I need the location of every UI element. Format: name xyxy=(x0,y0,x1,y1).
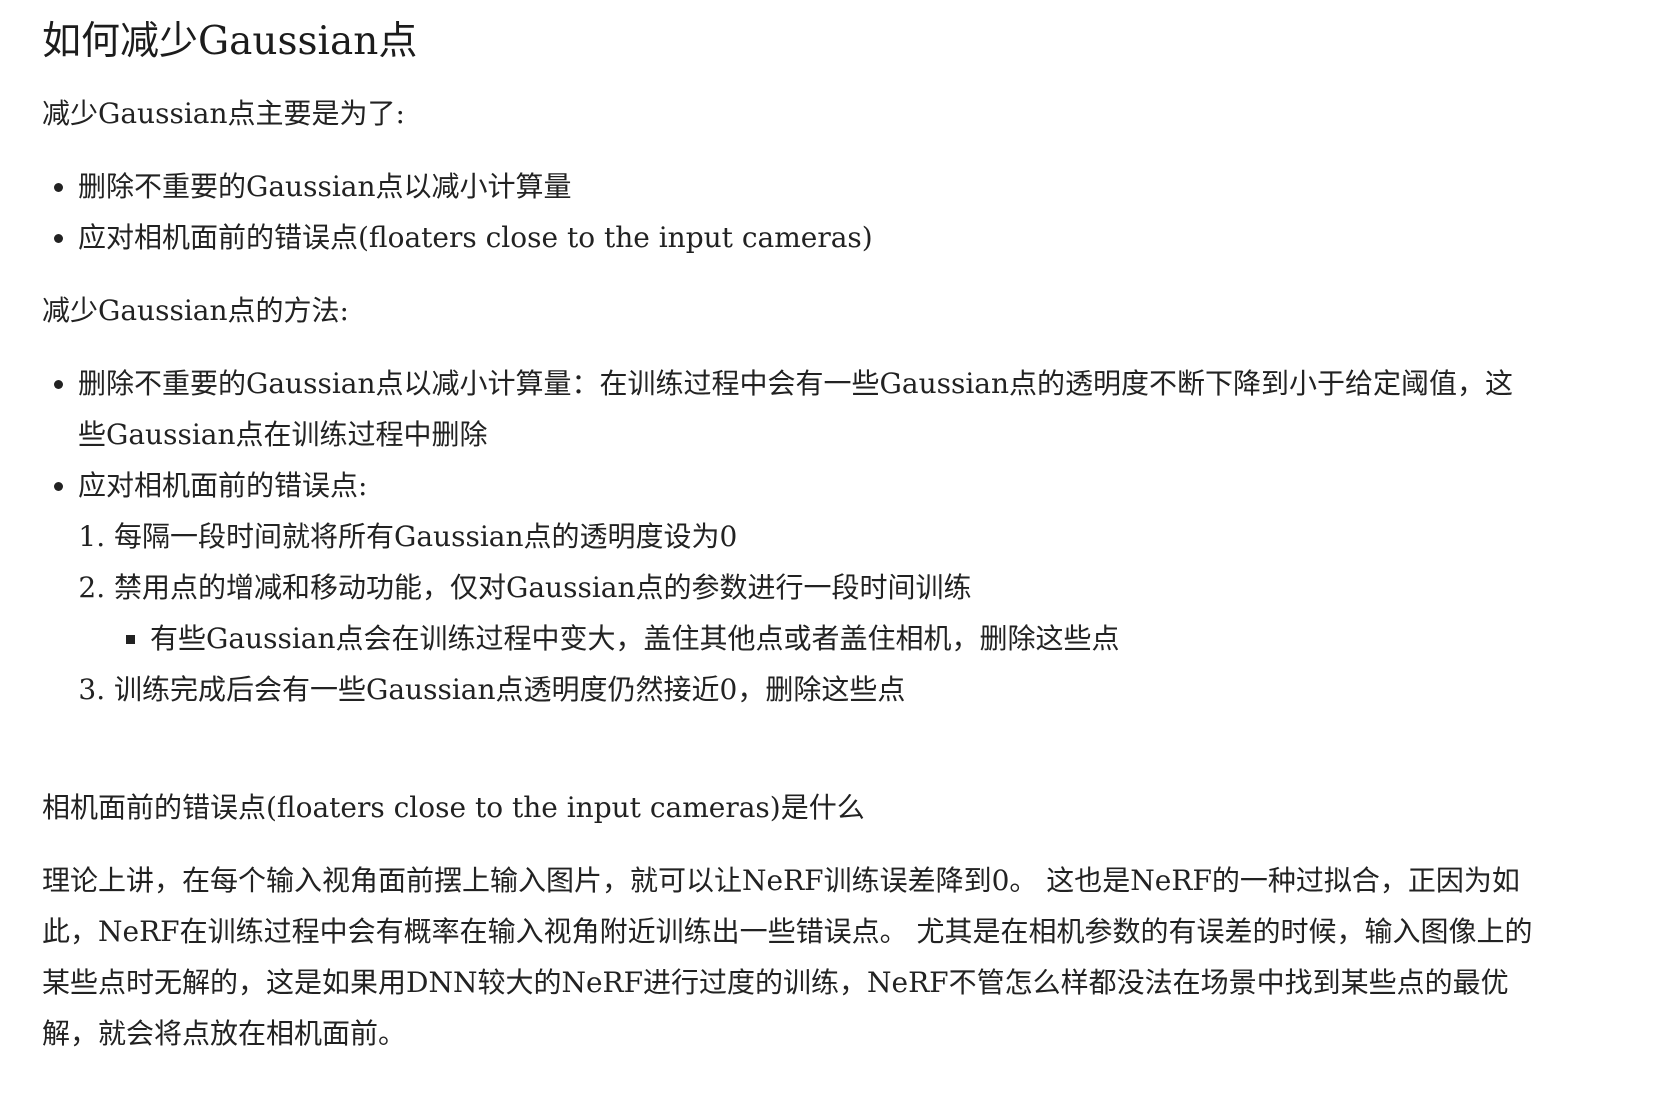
section-heading: 相机面前的错误点(floaters close to the input cam… xyxy=(42,791,865,824)
document-page: 如何减少Gaussian点 减少Gaussian点主要是为了: 删除不重要的Ga… xyxy=(0,0,1664,1116)
section-body: 理论上讲，在每个输入视角面前摆上输入图片，就可以让NeRF训练误差降到0。 这也… xyxy=(42,864,1533,1050)
step-item: 每隔一段时间就将所有Gaussian点的透明度设为0 xyxy=(114,511,1538,562)
sub-list: 有些Gaussian点会在训练过程中变大，盖住其他点或者盖住相机，删除这些点 xyxy=(114,613,1538,664)
methods-intro: 减少Gaussian点的方法: xyxy=(42,294,349,327)
step-item: 禁用点的增减和移动功能，仅对Gaussian点的参数进行一段时间训练 有些Gau… xyxy=(114,562,1538,664)
page-title: 如何减少Gaussian点 xyxy=(42,19,418,64)
list-item: 应对相机面前的错误点(floaters close to the input c… xyxy=(78,212,1664,263)
steps-list: 每隔一段时间就将所有Gaussian点的透明度设为0 禁用点的增减和移动功能，仅… xyxy=(78,511,1538,715)
sub-list-item: 有些Gaussian点会在训练过程中变大，盖住其他点或者盖住相机，删除这些点 xyxy=(150,613,1538,664)
method-remove-text: 删除不重要的Gaussian点以减小计算量：在训练过程中会有一些Gaussian… xyxy=(78,367,1514,451)
methods-list: 删除不重要的Gaussian点以减小计算量：在训练过程中会有一些Gaussian… xyxy=(42,358,1538,715)
list-item: 删除不重要的Gaussian点以减小计算量：在训练过程中会有一些Gaussian… xyxy=(78,358,1538,460)
purpose-list: 删除不重要的Gaussian点以减小计算量 应对相机面前的错误点(floater… xyxy=(42,161,1664,263)
step-item: 训练完成后会有一些Gaussian点透明度仍然接近0，删除这些点 xyxy=(114,664,1538,715)
method-floaters-text: 应对相机面前的错误点: xyxy=(78,469,368,502)
list-item: 应对相机面前的错误点: 每隔一段时间就将所有Gaussian点的透明度设为0 禁… xyxy=(78,460,1538,715)
step-text: 禁用点的增减和移动功能，仅对Gaussian点的参数进行一段时间训练 xyxy=(114,571,972,604)
list-item: 删除不重要的Gaussian点以减小计算量 xyxy=(78,161,1664,212)
purpose-intro: 减少Gaussian点主要是为了: xyxy=(42,97,405,130)
